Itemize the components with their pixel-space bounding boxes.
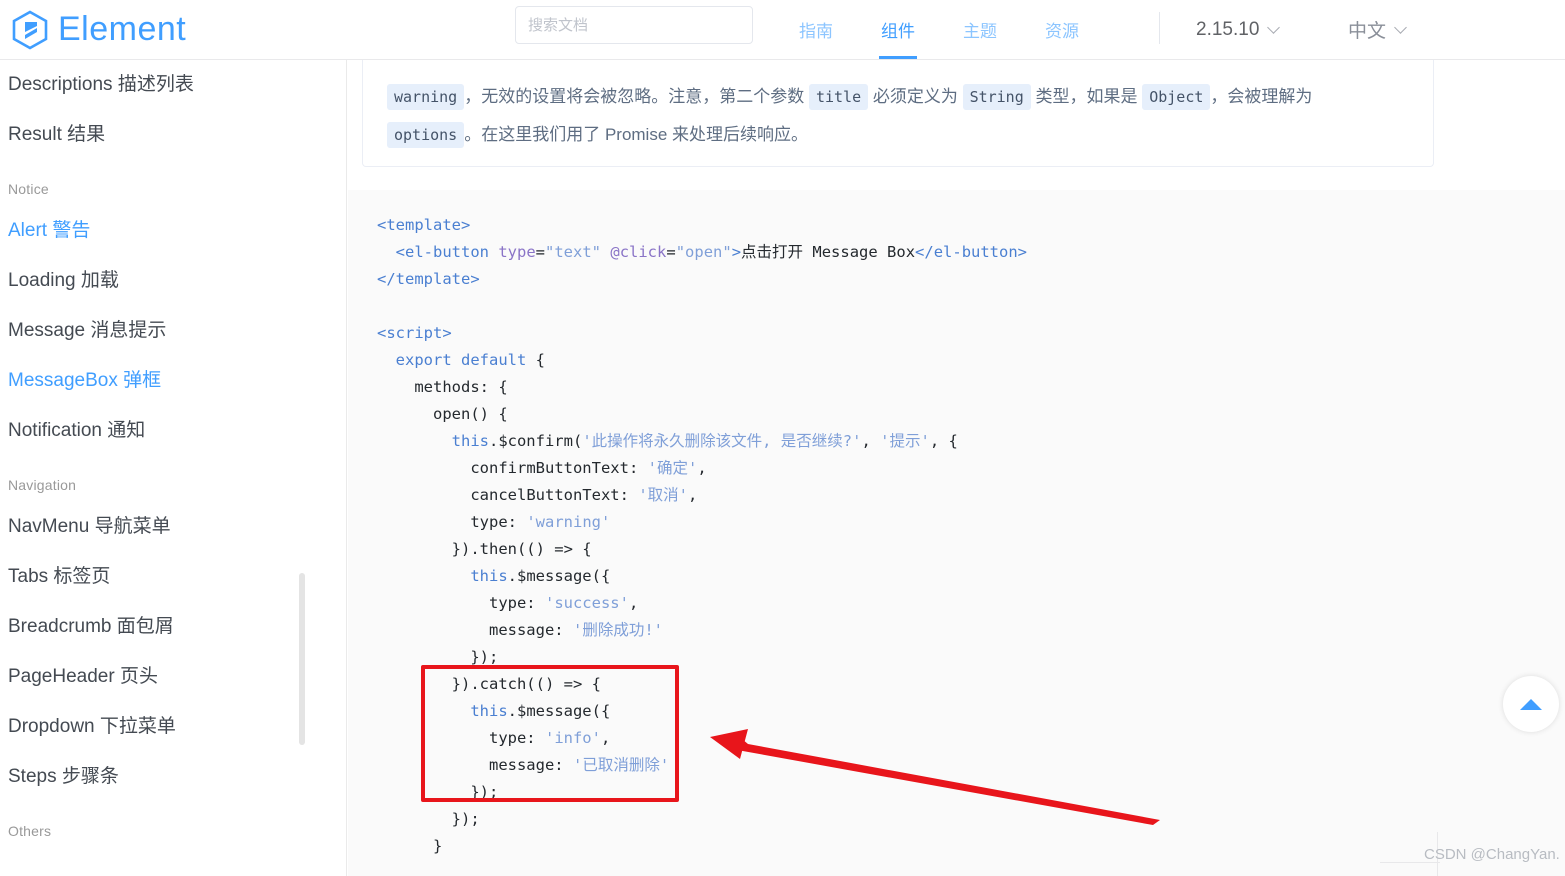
nav-item-resource[interactable]: 资源 [1021, 0, 1103, 59]
sidebar-item-loading[interactable]: Loading 加载 [0, 256, 346, 306]
sidebar-item-notification[interactable]: Notification 通知 [0, 406, 346, 456]
caret-up-icon [1520, 698, 1542, 710]
inline-code-options: options [387, 122, 465, 148]
language-selector[interactable]: 中文 [1348, 0, 1407, 59]
sidebar-item-dropdown[interactable]: Dropdown 下拉菜单 [0, 702, 346, 752]
tip-text-b: 必须定义为 [868, 87, 963, 106]
site-header: Element 指南 组件 主题 资源 2.15.10 中文 [0, 0, 1565, 60]
search-input[interactable] [515, 6, 753, 44]
sidebar-group-navigation: Navigation [8, 477, 77, 493]
sidebar-item-result[interactable]: Result 结果 [0, 110, 346, 160]
tip-text-a: ，无效的设置将会被忽略。注意，第二个参数 [464, 87, 809, 106]
tip-text-e: 。在这里我们用了 Promise 来处理后续响应。 [464, 125, 809, 144]
nav-item-theme[interactable]: 主题 [939, 0, 1021, 59]
sidebar-item-message[interactable]: Message 消息提示 [0, 306, 346, 356]
version-label: 2.15.10 [1196, 18, 1260, 40]
sidebar-item-breadcrumb[interactable]: Breadcrumb 面包屑 [0, 602, 346, 652]
search-box[interactable] [515, 6, 753, 44]
nav-item-guide[interactable]: 指南 [775, 0, 857, 59]
tip-line-clipped [387, 70, 1409, 78]
main-nav: 指南 组件 主题 资源 [775, 0, 1103, 59]
chevron-down-icon [1395, 22, 1407, 34]
inline-code-string: String [962, 84, 1031, 110]
tip-line-1: warning ，无效的设置将会被忽略。注意，第二个参数 title 必须定义为 … [387, 78, 1409, 116]
sidebar-item-pageheader[interactable]: PageHeader 页头 [0, 652, 346, 702]
sidebar-item-descriptions[interactable]: Descriptions 描述列表 [0, 60, 346, 110]
back-to-top-button[interactable] [1503, 676, 1559, 732]
inline-code-title: title [808, 84, 869, 110]
sidebar-item-tabs[interactable]: Tabs 标签页 [0, 552, 346, 602]
sidebar-scrollbar-thumb[interactable] [299, 573, 305, 745]
main-content: warning ，无效的设置将会被忽略。注意，第二个参数 title 必须定义为 … [348, 60, 1565, 876]
code-content: <template> <el-button type="text" @click… [377, 216, 1028, 855]
code-block: <template> <el-button type="text" @click… [348, 190, 1565, 876]
tip-text-d: ，会被理解为 [1210, 87, 1313, 106]
tip-text-c: 类型，如果是 [1030, 87, 1143, 106]
nav-divider [1159, 12, 1160, 44]
nav-item-components[interactable]: 组件 [857, 0, 939, 59]
chevron-down-icon [1268, 22, 1280, 34]
watermark-label: CSDN @ChangYan. [1424, 846, 1560, 863]
brand-name: Element [58, 10, 187, 48]
sidebar-item-steps[interactable]: Steps 步骤条 [0, 752, 346, 802]
page-root: Element 指南 组件 主题 资源 2.15.10 中文 Descripti… [0, 0, 1565, 876]
sidebar-list: Descriptions 描述列表 Result 结果 Notice Alert… [0, 60, 346, 848]
sidebar[interactable]: Descriptions 描述列表 Result 结果 Notice Alert… [0, 60, 347, 876]
inline-code-warning: warning [387, 84, 465, 110]
sidebar-item-navmenu[interactable]: NavMenu 导航菜单 [0, 502, 346, 552]
sidebar-group-others: Others [8, 823, 52, 839]
sidebar-item-alert[interactable]: Alert 警告 [0, 206, 346, 256]
language-label: 中文 [1348, 21, 1387, 42]
tip-line-2: options 。在这里我们用了 Promise 来处理后续响应。 [387, 116, 1409, 154]
tip-card: warning ，无效的设置将会被忽略。注意，第二个参数 title 必须定义为 … [362, 60, 1434, 167]
version-selector[interactable]: 2.15.10 [1196, 0, 1280, 59]
sidebar-group-notice: Notice [8, 181, 49, 197]
sidebar-item-messagebox[interactable]: MessageBox 弹框 [0, 356, 346, 406]
element-logo-icon [8, 8, 52, 52]
brand-logo-link[interactable]: Element [8, 8, 186, 52]
inline-code-object: Object [1142, 84, 1211, 110]
